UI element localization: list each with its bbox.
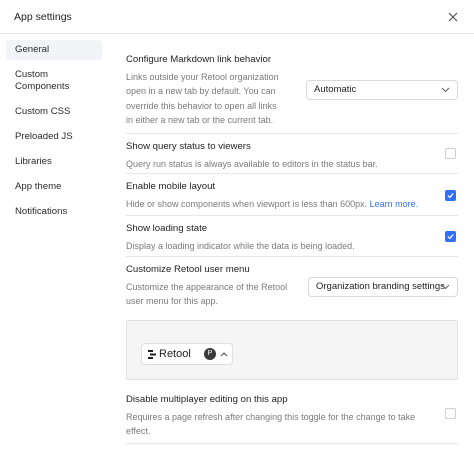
setting-description: Customize the appearance of the Retool u… bbox=[126, 282, 288, 307]
avatar: P bbox=[204, 348, 216, 360]
user-menu-branding-select[interactable]: Organization branding settings bbox=[308, 277, 458, 297]
learn-more-link[interactable]: Learn more. bbox=[370, 199, 419, 209]
select-value: Organization branding settings bbox=[316, 281, 445, 292]
setting-description: Links outside your Retool organization o… bbox=[126, 72, 279, 125]
setting-title: Configure Markdown link behavior bbox=[126, 54, 272, 65]
setting-title: Show query status to viewers bbox=[126, 141, 251, 152]
preview-brand-name: Retool bbox=[159, 348, 191, 360]
mobile-layout-desc-text: Hide or show components when viewport is… bbox=[126, 199, 368, 209]
setting-description: Display a loading indicator while the da… bbox=[126, 241, 355, 251]
select-value: Automatic bbox=[314, 84, 357, 95]
check-icon bbox=[447, 193, 454, 199]
setting-description: Requires a page refresh after changing t… bbox=[126, 412, 416, 437]
user-menu-preview: Retool P bbox=[126, 320, 458, 380]
setting-row-user-menu: Customize Retool user menu Customize the… bbox=[126, 257, 458, 320]
chevron-down-icon bbox=[441, 284, 450, 290]
chevron-up-icon bbox=[220, 352, 228, 357]
setting-row-markdown: Configure Markdown link behavior Links o… bbox=[126, 54, 458, 134]
close-icon[interactable] bbox=[446, 10, 460, 24]
sidebar-item-app-theme[interactable]: App theme bbox=[6, 177, 102, 197]
sidebar-item-custom-css[interactable]: Custom CSS bbox=[6, 102, 102, 122]
setting-row-mobile-layout: Enable mobile layout Hide or show compon… bbox=[126, 174, 458, 216]
settings-content: Configure Markdown link behavior Links o… bbox=[126, 54, 458, 444]
sidebar-item-preloaded-js[interactable]: Preloaded JS bbox=[6, 127, 102, 147]
setting-title: Show loading state bbox=[126, 223, 208, 234]
mobile-layout-checkbox[interactable] bbox=[445, 190, 456, 201]
setting-title: Customize Retool user menu bbox=[126, 264, 250, 275]
multiplayer-checkbox[interactable] bbox=[445, 408, 456, 419]
sidebar-item-custom-components[interactable]: Custom Components bbox=[6, 65, 84, 97]
setting-title: Disable multiplayer editing on this app bbox=[126, 394, 288, 405]
query-status-checkbox[interactable] bbox=[445, 148, 456, 159]
setting-row-loading-state: Show loading state Display a loading ind… bbox=[126, 216, 458, 257]
loading-state-checkbox[interactable] bbox=[445, 231, 456, 242]
sidebar-item-notifications[interactable]: Notifications bbox=[6, 202, 102, 222]
settings-sidebar: General Custom Components Custom CSS Pre… bbox=[6, 40, 102, 227]
user-menu-preview-pill: Retool P bbox=[141, 343, 233, 365]
retool-logo-icon bbox=[148, 350, 156, 359]
setting-description: Hide or show components when viewport is… bbox=[126, 197, 458, 211]
setting-title: Enable mobile layout bbox=[126, 181, 216, 192]
chevron-down-icon bbox=[441, 87, 450, 93]
check-icon bbox=[447, 234, 454, 240]
markdown-link-select[interactable]: Automatic bbox=[306, 80, 458, 100]
sidebar-item-general[interactable]: General bbox=[6, 40, 102, 60]
setting-row-query-status: Show query status to viewers Query run s… bbox=[126, 134, 458, 174]
setting-row-multiplayer: Disable multiplayer editing on this app … bbox=[126, 392, 458, 444]
setting-description: Query run status is always available to … bbox=[126, 159, 378, 169]
dialog-header: App settings bbox=[0, 0, 474, 34]
sidebar-item-libraries[interactable]: Libraries bbox=[6, 152, 102, 172]
dialog-title: App settings bbox=[14, 11, 72, 23]
